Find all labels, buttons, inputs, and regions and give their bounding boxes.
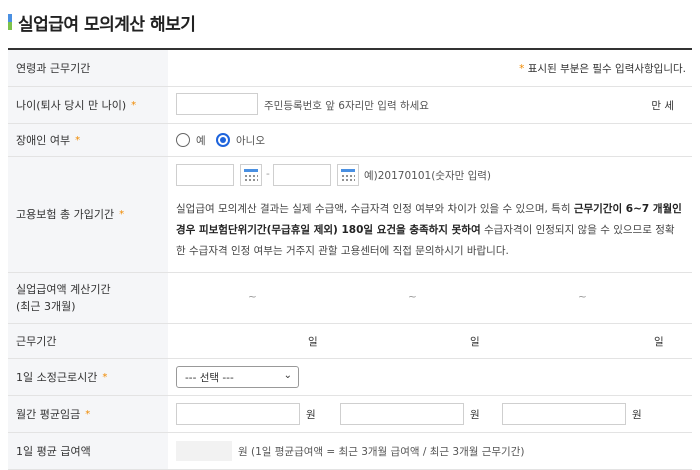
radio-no[interactable]: [216, 133, 230, 147]
calc-period-label-1: 실업급여액 계산기간: [16, 283, 111, 296]
start-date-input[interactable]: [176, 164, 234, 186]
daily-hours-label-text: 1일 소정근로시간: [16, 370, 98, 384]
daily-avg-value: 원 (1일 평균급여액 = 최근 3개월 급여액 / 최근 3개월 근무기간): [168, 433, 692, 469]
calc-period-value: ~ ~ ~: [168, 273, 692, 323]
insurance-notice: 실업급여 모의계산 결과는 실제 수급액, 수급자격 인정 여부와 차이가 있을…: [176, 199, 684, 262]
end-date-input[interactable]: [273, 164, 331, 186]
radio-yes[interactable]: [176, 133, 190, 147]
age-hint: 주민등록번호 앞 6자리만 입력 하세요: [264, 100, 429, 112]
monthly-wage-label: 월간 평균임금 *: [8, 396, 168, 432]
wage-unit-2: 원: [470, 409, 480, 421]
age-label-text: 나이(퇴사 당시 만 나이): [16, 98, 127, 112]
age-value: 주민등록번호 앞 6자리만 입력 하세요 만 세: [168, 87, 692, 123]
calc-period-label-2: (최근 3개월): [16, 300, 76, 313]
required-star: *: [102, 371, 108, 383]
disability-label-text: 장애인 여부: [16, 133, 71, 147]
disability-row: 장애인 여부 * 예 아니오: [8, 124, 692, 157]
work-days-unit-3: 일: [654, 336, 664, 348]
wage-unit-3: 원: [632, 409, 642, 421]
disability-value: 예 아니오: [168, 124, 692, 156]
date-separator: -: [266, 168, 270, 180]
radio-no-label: 아니오: [236, 135, 265, 147]
required-mark: *: [519, 63, 525, 75]
work-days-row: 근무기간 일 일 일: [8, 324, 692, 359]
insurance-period-row: 고용보험 총 가입기간 * - 예)20170101(숫자만 입력) 실업급여 …: [8, 157, 692, 273]
monthly-wage-row: 월간 평균임금 * 원 원 원: [8, 396, 692, 433]
work-days-label: 근무기간: [8, 324, 168, 358]
daily-hours-label: 1일 소정근로시간 *: [8, 359, 168, 395]
daily-hours-selected: --- 선택 ---: [185, 371, 234, 384]
daily-avg-label: 1일 평균 급여액: [8, 433, 168, 469]
calculator-form: 연령과 근무기간 * 표시된 부분은 필수 입력사항입니다. 나이(퇴사 당시 …: [8, 48, 692, 470]
start-calendar-icon[interactable]: [240, 164, 262, 186]
daily-hours-row: 1일 소정근로시간 * --- 선택 --- ⌄: [8, 359, 692, 396]
required-note: 표시된 부분은 필수 입력사항입니다.: [527, 63, 686, 75]
header-label: 연령과 근무기간: [8, 50, 168, 86]
age-row: 나이(퇴사 당시 만 나이) * 주민등록번호 앞 6자리만 입력 하세요 만 …: [8, 87, 692, 124]
daily-hours-value: --- 선택 --- ⌄: [168, 359, 692, 395]
chevron-down-icon: ⌄: [283, 370, 292, 381]
work-days-unit-2: 일: [470, 336, 480, 348]
age-label: 나이(퇴사 당시 만 나이) *: [8, 87, 168, 123]
form-header-row: 연령과 근무기간 * 표시된 부분은 필수 입력사항입니다.: [8, 50, 692, 87]
insurance-period-value: - 예)20170101(숫자만 입력) 실업급여 모의계산 결과는 실제 수급…: [168, 157, 692, 272]
required-star: *: [119, 209, 125, 220]
calc-period-label: 실업급여액 계산기간 (최근 3개월): [8, 273, 168, 323]
header-value: * 표시된 부분은 필수 입력사항입니다.: [168, 50, 692, 86]
period-col-3[interactable]: ~: [578, 291, 587, 303]
age-unit: 만 세: [651, 100, 674, 112]
insurance-period-label: 고용보험 총 가입기간 *: [8, 157, 168, 272]
wage-unit-1: 원: [306, 409, 316, 421]
period-col-2[interactable]: ~: [408, 291, 417, 303]
page-title-block: 실업급여 모의계산 해보기: [8, 10, 196, 35]
required-star: *: [75, 134, 81, 146]
disability-label: 장애인 여부 *: [8, 124, 168, 156]
end-calendar-icon[interactable]: [337, 164, 359, 186]
wage-input-1[interactable]: [176, 403, 300, 425]
calc-period-row: 실업급여액 계산기간 (최근 3개월) ~ ~ ~: [8, 273, 692, 324]
age-input[interactable]: [176, 93, 258, 115]
wage-input-2[interactable]: [340, 403, 464, 425]
radio-yes-label: 예: [196, 135, 206, 147]
monthly-wage-label-text: 월간 평균임금: [16, 407, 81, 421]
work-days-unit-1: 일: [308, 336, 318, 348]
work-days-value: 일 일 일: [168, 324, 692, 358]
wage-input-3[interactable]: [502, 403, 626, 425]
page-title: 실업급여 모의계산 해보기: [18, 14, 196, 35]
date-example: 예)20170101(숫자만 입력): [364, 170, 492, 182]
required-star: *: [131, 99, 137, 111]
period-col-1[interactable]: ~: [248, 291, 257, 303]
daily-avg-row: 1일 평균 급여액 원 (1일 평균급여액 = 최근 3개월 급여액 / 최근 …: [8, 433, 692, 470]
daily-avg-output: [176, 441, 232, 461]
insurance-period-label-text: 고용보험 총 가입기간: [16, 208, 115, 221]
daily-hours-select[interactable]: --- 선택 --- ⌄: [176, 366, 299, 388]
required-star: *: [85, 408, 91, 420]
monthly-wage-value: 원 원 원: [168, 396, 692, 432]
notice-text-1: 실업급여 모의계산 결과는 실제 수급액, 수급자격 인정 여부와 차이가 있을…: [176, 203, 574, 215]
required-note-wrap: * 표시된 부분은 필수 입력사항입니다.: [519, 61, 686, 76]
daily-avg-formula: 원 (1일 평균급여액 = 최근 3개월 급여액 / 최근 3개월 근무기간): [238, 446, 525, 458]
title-accent-bar: [8, 14, 12, 30]
